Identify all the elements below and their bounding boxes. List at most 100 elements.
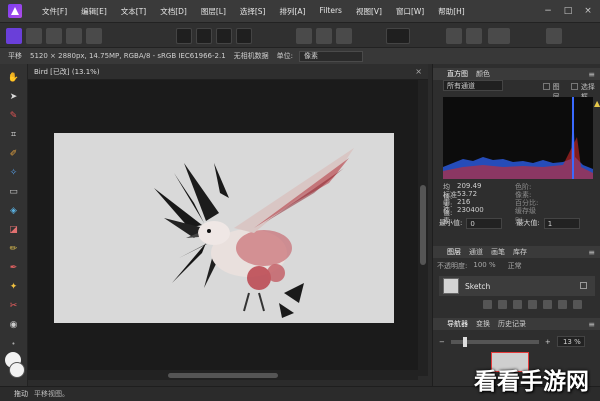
develop-persona-icon[interactable]	[46, 28, 62, 44]
snapping-icon[interactable]	[446, 28, 462, 44]
white-balance-icon[interactable]	[196, 28, 212, 44]
transform-icon[interactable]	[466, 28, 482, 44]
liquify-persona-icon[interactable]	[26, 28, 42, 44]
live-filter-icon[interactable]	[513, 300, 522, 309]
paint-brush-icon[interactable]: ✏	[7, 243, 20, 254]
right-panel: 直方图 颜色 ≡ 所有通道 图层 选择框 ▲ 均值: 209.49 色阶: 标准…	[432, 64, 600, 386]
layer-checkbox[interactable]	[543, 83, 550, 90]
tab-color[interactable]: 颜色	[476, 69, 490, 79]
zoom-out-button[interactable]: −	[439, 338, 445, 346]
fx-icon[interactable]	[528, 300, 537, 309]
blend-mode-select[interactable]: 正常	[508, 261, 522, 271]
layer-row[interactable]: Sketch	[439, 276, 595, 296]
menu-text[interactable]: 文本[T]	[121, 6, 146, 17]
vertical-scrollbar[interactable]	[418, 80, 428, 376]
menu-window[interactable]: 窗口[W]	[396, 6, 424, 17]
channel-select[interactable]: 所有通道	[443, 80, 503, 91]
layer-thumbnail	[443, 278, 459, 294]
stat-key: 像素:	[443, 207, 453, 225]
export-persona-icon[interactable]	[86, 28, 102, 44]
close-document-icon[interactable]: ×	[415, 67, 422, 76]
adjustment-layer-icon[interactable]	[498, 300, 507, 309]
minimize-button[interactable]: −	[540, 5, 556, 17]
crop-tool-icon[interactable]: ⌗	[7, 129, 20, 140]
histogram-menu-icon[interactable]: ≡	[588, 70, 595, 79]
menu-view[interactable]: 视图[V]	[356, 6, 382, 17]
dodge-tool-icon[interactable]: ✒	[7, 262, 20, 273]
zoom-in-button[interactable]: +	[545, 338, 551, 346]
flood-fill-icon[interactable]: ◈	[7, 205, 20, 216]
document-title: Bird [已改] (13.1%)	[34, 67, 100, 76]
menu-filters[interactable]: Filters	[319, 6, 341, 17]
delete-layer-icon[interactable]	[573, 300, 582, 309]
tab-transform[interactable]: 变换	[476, 319, 490, 329]
move-tool-icon[interactable]: ➤	[7, 91, 20, 102]
menu-arrange[interactable]: 排列[A]	[280, 6, 306, 17]
tab-stock[interactable]: 库存	[513, 247, 527, 257]
tone-mapping-persona-icon[interactable]	[66, 28, 82, 44]
stat-row: 均值: 209.49 色阶:	[443, 182, 593, 201]
tab-navigator[interactable]: 导航器	[447, 319, 468, 329]
document-tab[interactable]: Bird [已改] (13.1%) ×	[28, 64, 428, 80]
tab-channels[interactable]: 通道	[469, 247, 483, 257]
marquee-tool-icon[interactable]: ▭	[7, 186, 20, 197]
horizontal-scrollbar[interactable]	[28, 370, 418, 380]
gradient-tool-icon[interactable]: ◪	[7, 224, 20, 235]
layer-visibility-checkbox[interactable]	[580, 282, 587, 289]
add-layer-icon[interactable]	[558, 300, 567, 309]
group-icon[interactable]	[543, 300, 552, 309]
auto-contrast-icon[interactable]	[236, 28, 252, 44]
account-icon[interactable]	[546, 28, 562, 44]
tab-history[interactable]: 历史记录	[498, 319, 526, 329]
flood-select-icon[interactable]: ✧	[7, 167, 20, 178]
clone-tool-icon[interactable]: ✦	[7, 281, 20, 292]
hand-tool-icon[interactable]: ✋	[7, 72, 20, 83]
stat-key: 标准差:	[443, 191, 457, 209]
tab-layers[interactable]: 图层	[447, 247, 461, 257]
assistant-icon[interactable]	[296, 28, 312, 44]
menu-select[interactable]: 选择[S]	[240, 6, 266, 17]
inpainting-icon[interactable]: ✂	[7, 300, 20, 311]
canvas-area[interactable]	[28, 80, 428, 376]
close-button[interactable]: ×	[580, 5, 596, 17]
color-mode-icon[interactable]	[488, 28, 510, 44]
maximize-button[interactable]: □	[560, 5, 576, 17]
layers-menu-icon[interactable]: ≡	[588, 248, 595, 257]
zoom-slider-knob[interactable]	[462, 336, 467, 347]
stat-key: 中值:	[443, 199, 453, 217]
zoom-value[interactable]: 13 %	[556, 336, 585, 347]
vertical-scroll-thumb[interactable]	[420, 185, 426, 265]
hsl-icon[interactable]	[216, 28, 232, 44]
photo-persona-icon[interactable]	[6, 28, 22, 44]
menu-file[interactable]: 文件[F]	[42, 6, 67, 17]
secondary-color-swatch[interactable]	[9, 362, 25, 378]
navigator-tabs: 导航器 变换 历史记录 ≡	[433, 318, 600, 330]
smudge-tool-icon[interactable]: ◉	[7, 319, 20, 330]
menu-help[interactable]: 帮助[H]	[438, 6, 465, 17]
tab-brushes[interactable]: 画笔	[491, 247, 505, 257]
menu-layer[interactable]: 图层[L]	[201, 6, 226, 17]
artboard[interactable]	[54, 133, 394, 323]
mode-toggle-button[interactable]	[386, 28, 410, 44]
tab-histogram[interactable]: 直方图	[447, 69, 468, 79]
status-hint: 平移视图。	[34, 390, 69, 398]
levels-icon[interactable]	[176, 28, 192, 44]
quick-mask-icon[interactable]	[336, 28, 352, 44]
menu-document[interactable]: 文档[D]	[160, 6, 187, 17]
opacity-value[interactable]: 100 %	[473, 261, 495, 271]
max-label: 最大值:	[516, 219, 540, 227]
color-picker-icon[interactable]: ✎	[7, 110, 20, 121]
selection-brush-icon[interactable]: ✐	[7, 148, 20, 159]
min-input[interactable]: 0	[466, 218, 503, 229]
horizontal-scroll-thumb[interactable]	[168, 373, 278, 378]
mask-layer-icon[interactable]	[483, 300, 492, 309]
stat-row: 像素: 230400 缓存级别:	[443, 206, 593, 225]
navigator-menu-icon[interactable]: ≡	[588, 320, 595, 329]
selection-checkbox[interactable]	[571, 83, 578, 90]
units-select[interactable]: 像素	[299, 50, 364, 62]
zoom-slider[interactable]	[450, 336, 539, 347]
max-input[interactable]: 1	[543, 218, 580, 229]
menu-edit[interactable]: 编辑[E]	[81, 6, 107, 17]
selection-mode-icon[interactable]	[316, 28, 332, 44]
more-tools-icon[interactable]: •	[7, 338, 20, 349]
